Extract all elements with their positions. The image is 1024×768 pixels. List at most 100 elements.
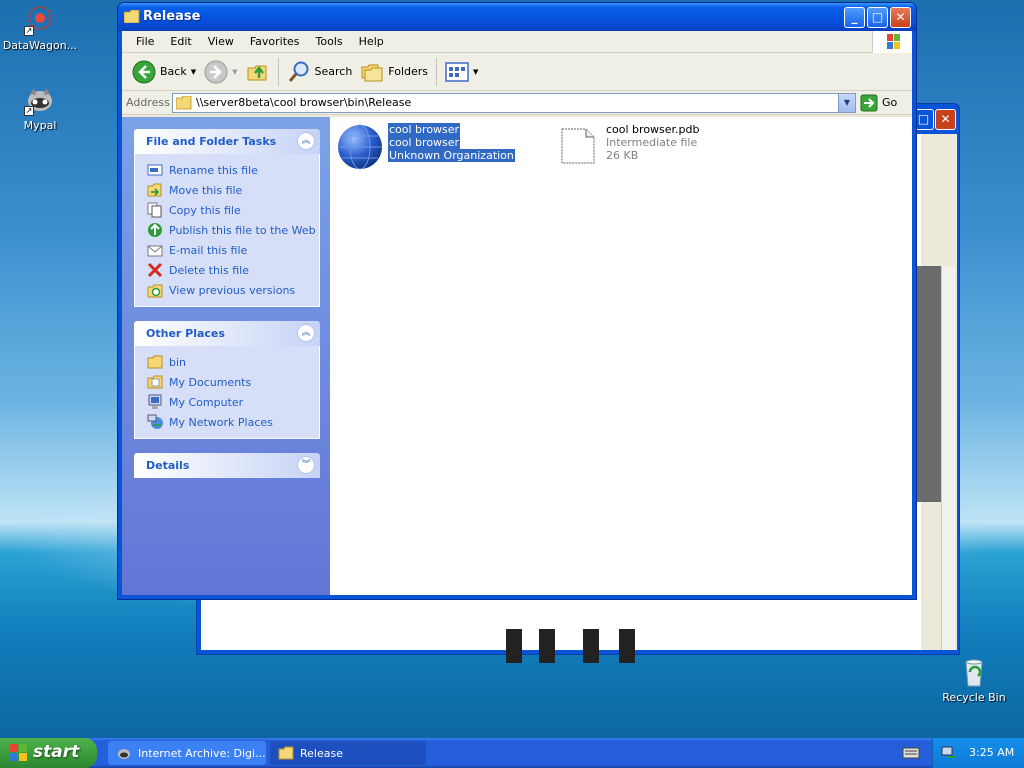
place-my-documents[interactable]: My Documents: [147, 372, 319, 392]
task-delete-file[interactable]: Delete this file: [147, 260, 319, 280]
up-folder-button[interactable]: [242, 56, 274, 88]
chevron-down-icon[interactable]: ▼: [191, 68, 196, 76]
file-text: cool browser cool browser Unknown Organi…: [388, 123, 515, 171]
file-item-cool-browser[interactable]: cool browser cool browser Unknown Organi…: [336, 123, 515, 171]
taskbar-button-internet-archive[interactable]: Internet Archive: Digi...: [108, 741, 266, 765]
start-button[interactable]: start: [0, 738, 97, 768]
explorer-window[interactable]: Release _ □ ✕ File Edit View Favorites T…: [117, 2, 917, 600]
back-arrow-icon: [132, 60, 156, 83]
barcode-bar: [583, 629, 599, 663]
chevron-down-icon[interactable]: ︾: [297, 456, 315, 474]
task-publish-file[interactable]: Publish this file to the Web: [147, 220, 319, 240]
generic-file-icon: [561, 128, 595, 164]
minimize-button[interactable]: _: [844, 7, 865, 28]
clock[interactable]: 3:25 AM: [969, 746, 1014, 759]
menu-favorites[interactable]: Favorites: [242, 35, 308, 48]
background-window-scrollbar[interactable]: [941, 266, 955, 650]
file-name: cool browser.pdb: [606, 123, 700, 136]
keyboard-icon[interactable]: [902, 745, 920, 764]
address-dropdown-button[interactable]: ▼: [838, 93, 855, 112]
file-company: Unknown Organization: [388, 149, 515, 162]
go-label: Go: [882, 96, 898, 109]
move-icon: [147, 183, 162, 197]
start-label: start: [33, 742, 80, 762]
panel-header[interactable]: File and Folder Tasks ︽: [134, 129, 320, 154]
folder-icon: [176, 95, 192, 109]
menu-bar: File Edit View Favorites Tools Help: [122, 31, 912, 53]
file-view[interactable]: cool browser cool browser Unknown Organi…: [330, 117, 912, 595]
menu-view[interactable]: View: [200, 35, 242, 48]
menu-tools[interactable]: Tools: [308, 35, 351, 48]
file-size: 26 KB: [606, 149, 639, 162]
file-description: cool browser: [388, 136, 461, 149]
toolbar-separator: [277, 57, 279, 86]
chevron-up-icon[interactable]: ︽: [297, 132, 315, 150]
menu-file[interactable]: File: [128, 35, 162, 48]
raccoon-icon: [118, 749, 130, 759]
desktop-icon-datawagon[interactable]: ↗ DataWagon...: [0, 4, 80, 52]
task-pane: File and Folder Tasks ︽ Rename this file…: [122, 117, 330, 595]
standard-toolbar: Back ▼ ▼ Search Folders ▼: [122, 53, 912, 91]
panel-title: File and Folder Tasks: [146, 135, 277, 148]
task-move-file[interactable]: Move this file: [147, 180, 319, 200]
taskbar-button-release[interactable]: Release: [270, 741, 426, 765]
background-window-close-button[interactable]: ✕: [935, 109, 956, 130]
folders-label: Folders: [388, 65, 429, 78]
task-label: Rename this file: [169, 163, 258, 177]
back-button[interactable]: Back ▼: [128, 56, 200, 88]
place-label: My Computer: [169, 395, 244, 409]
barcode-bar: [619, 629, 635, 663]
task-view-previous-versions[interactable]: View previous versions: [147, 280, 319, 300]
desktop-icon-label: DataWagon...: [2, 39, 78, 52]
search-icon: [288, 61, 308, 82]
address-input[interactable]: \\server8beta\cool browser\bin\Release ▼: [172, 92, 856, 113]
window-title: Release: [143, 9, 201, 24]
forward-button[interactable]: ▼: [200, 56, 241, 88]
address-label: Address: [126, 96, 170, 109]
panel-header[interactable]: Other Places ︽: [134, 321, 320, 346]
task-label: Publish this file to the Web: [169, 223, 316, 237]
panel-header[interactable]: Details ︾: [134, 453, 320, 478]
title-bar[interactable]: Release _ □ ✕: [118, 3, 916, 31]
desktop-icon-mypal[interactable]: ↗ Mypal: [0, 84, 80, 132]
file-item-cool-browser-pdb[interactable]: cool browser.pdb Intermediate file 26 KB: [554, 123, 700, 171]
chevron-up-icon[interactable]: ︽: [297, 324, 315, 342]
versions-icon: [147, 284, 163, 298]
folders-button[interactable]: Folders: [356, 56, 432, 88]
up-folder-icon: [247, 65, 266, 80]
menu-edit[interactable]: Edit: [162, 35, 199, 48]
file-folder-tasks-panel: File and Folder Tasks ︽ Rename this file…: [134, 129, 320, 307]
close-button[interactable]: ✕: [890, 7, 911, 28]
mypal-raccoon-icon: ↗: [24, 84, 56, 116]
views-icon: [445, 61, 469, 82]
network-status-icon[interactable]: [941, 745, 957, 764]
place-bin[interactable]: bin: [147, 352, 319, 372]
maximize-button[interactable]: □: [867, 7, 888, 28]
go-button[interactable]: Go: [860, 94, 897, 112]
search-label: Search: [314, 65, 353, 78]
desktop-icon-recycle-bin[interactable]: Recycle Bin: [934, 656, 1014, 704]
copy-icon: [147, 202, 162, 218]
taskbar-button-label: Release: [300, 746, 343, 760]
window-body: File Edit View Favorites Tools Help Back…: [122, 31, 912, 595]
file-text: cool browser.pdb Intermediate file 26 KB: [606, 123, 700, 171]
file-name: cool browser: [388, 123, 461, 136]
task-copy-file[interactable]: Copy this file: [147, 200, 319, 220]
recycle-bin-icon: [958, 656, 990, 688]
chevron-down-icon[interactable]: ▼: [232, 68, 237, 76]
windows-logo-icon: [872, 31, 912, 53]
back-label: Back: [160, 65, 187, 78]
place-my-network-places[interactable]: My Network Places: [147, 412, 319, 432]
views-button[interactable]: ▼: [441, 56, 482, 88]
menu-help[interactable]: Help: [351, 35, 392, 48]
search-button[interactable]: Search: [283, 56, 357, 88]
chevron-down-icon[interactable]: ▼: [473, 68, 478, 76]
panel-body: Rename this file Move this file Copy thi…: [134, 154, 320, 307]
network-icon: [147, 414, 163, 429]
place-my-computer[interactable]: My Computer: [147, 392, 319, 412]
task-rename-file[interactable]: Rename this file: [147, 160, 319, 180]
my-documents-icon: [147, 375, 163, 389]
system-tray: 3:25 AM: [932, 738, 1024, 768]
task-email-file[interactable]: E-mail this file: [147, 240, 319, 260]
taskbar-button-label: Internet Archive: Digi...: [138, 746, 266, 760]
